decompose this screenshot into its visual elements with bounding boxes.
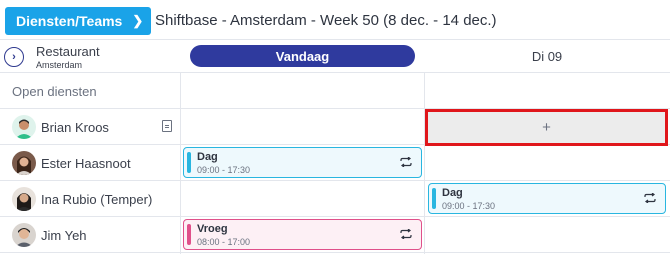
shift-time: 09:00 - 17:30 — [197, 165, 251, 175]
schedule-header: › Restaurant Amsterdam Vandaag Di 09 — [0, 40, 670, 73]
add-shift-cell[interactable]: + — [425, 109, 668, 146]
department-location: Amsterdam — [36, 60, 83, 70]
chevron-right-icon: ❯ — [132, 13, 144, 28]
swap-icon[interactable] — [400, 229, 412, 239]
department-name: Restaurant — [36, 44, 100, 59]
shift-card[interactable]: Vroeg 08:00 - 17:00 — [183, 219, 422, 250]
shift-time: 08:00 - 17:00 — [197, 237, 251, 247]
avatar — [12, 115, 36, 139]
shift-name: Dag — [442, 187, 463, 199]
column-di-09[interactable]: Di 09 — [427, 45, 667, 67]
swap-icon[interactable] — [644, 193, 656, 203]
shift-name: Vroeg — [197, 223, 228, 235]
document-icon[interactable] — [162, 120, 172, 132]
employee-label[interactable]: Ester Haasnoot — [12, 145, 131, 181]
employee-name: Jim Yeh — [41, 227, 87, 243]
swap-icon[interactable] — [400, 157, 412, 167]
expand-chevron-icon[interactable]: › — [4, 47, 24, 67]
employee-label[interactable]: Brian Kroos — [12, 109, 109, 145]
employee-name: Brian Kroos — [41, 119, 109, 135]
week-title: Shiftbase - Amsterdam - Week 50 (8 dec. … — [155, 12, 497, 29]
teams-button[interactable]: Diensten/Teams ❯ — [5, 7, 151, 35]
shift-card[interactable]: Dag 09:00 - 17:30 — [428, 183, 666, 214]
avatar — [12, 223, 36, 247]
employee-label[interactable]: Ina Rubio (Temper) — [12, 181, 152, 217]
shift-time: 09:00 - 17:30 — [442, 201, 496, 211]
employee-name: Ina Rubio (Temper) — [41, 191, 153, 207]
teams-button-label: Diensten/Teams — [16, 13, 123, 29]
avatar — [12, 151, 36, 175]
employee-label[interactable]: Jim Yeh — [12, 217, 87, 253]
department-header: › Restaurant Amsterdam — [4, 42, 100, 72]
open-shifts-label: Open diensten — [12, 83, 97, 99]
employee-name: Ester Haasnoot — [41, 155, 131, 171]
avatar — [12, 187, 36, 211]
shift-color-bar — [187, 152, 191, 173]
open-shifts-row: Open diensten — [0, 73, 670, 109]
shift-name: Dag — [197, 151, 218, 163]
shift-card[interactable]: Dag 09:00 - 17:30 — [183, 147, 422, 178]
top-bar: Diensten/Teams ❯ Shiftbase - Amsterdam -… — [0, 0, 670, 40]
column-today[interactable]: Vandaag — [190, 45, 415, 67]
plus-icon: + — [542, 119, 551, 136]
shift-color-bar — [432, 188, 436, 209]
shift-color-bar — [187, 224, 191, 245]
